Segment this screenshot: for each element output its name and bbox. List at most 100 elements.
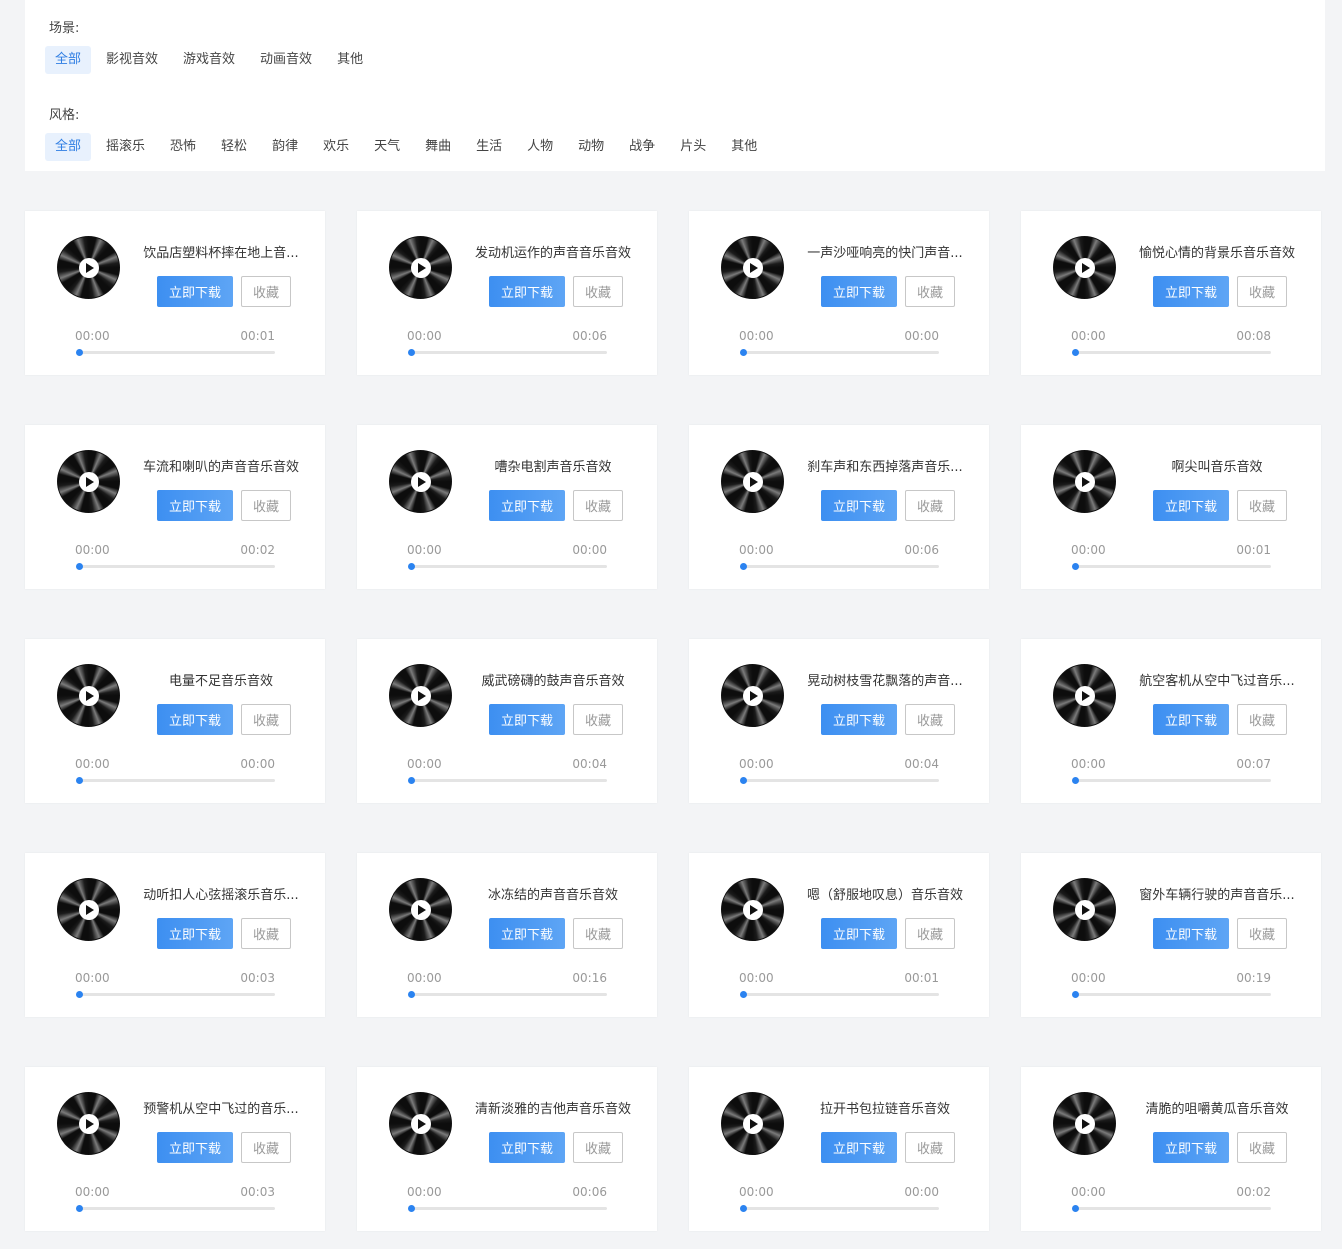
vinyl-disc-icon[interactable] (57, 450, 120, 513)
style-filter-chip-10[interactable]: 动物 (568, 133, 614, 161)
progress-knob[interactable] (1072, 991, 1079, 998)
download-button[interactable]: 立即下载 (1153, 918, 1229, 949)
favorite-button[interactable]: 收藏 (1237, 704, 1287, 735)
vinyl-disc-icon[interactable] (1053, 450, 1116, 513)
progress-track[interactable] (740, 1205, 939, 1212)
download-button[interactable]: 立即下载 (157, 490, 233, 521)
progress-track[interactable] (76, 777, 275, 784)
play-icon[interactable] (742, 471, 763, 492)
vinyl-disc-icon[interactable] (389, 1092, 452, 1155)
play-icon[interactable] (410, 685, 431, 706)
play-icon[interactable] (1074, 471, 1095, 492)
play-icon[interactable] (1074, 1113, 1095, 1134)
play-icon[interactable] (742, 899, 763, 920)
favorite-button[interactable]: 收藏 (905, 490, 955, 521)
progress-knob[interactable] (408, 349, 415, 356)
download-button[interactable]: 立即下载 (157, 918, 233, 949)
download-button[interactable]: 立即下载 (489, 918, 565, 949)
vinyl-disc-icon[interactable] (721, 236, 784, 299)
scene-filter-chip-2[interactable]: 游戏音效 (173, 46, 245, 74)
download-button[interactable]: 立即下载 (821, 490, 897, 521)
favorite-button[interactable]: 收藏 (241, 918, 291, 949)
progress-track[interactable] (1072, 1205, 1271, 1212)
download-button[interactable]: 立即下载 (489, 490, 565, 521)
progress-knob[interactable] (1072, 349, 1079, 356)
play-icon[interactable] (410, 899, 431, 920)
progress-track[interactable] (740, 777, 939, 784)
style-filter-chip-2[interactable]: 恐怖 (160, 133, 206, 161)
download-button[interactable]: 立即下载 (489, 1132, 565, 1163)
vinyl-disc-icon[interactable] (57, 878, 120, 941)
style-filter-chip-13[interactable]: 其他 (721, 133, 767, 161)
progress-track[interactable] (408, 563, 607, 570)
favorite-button[interactable]: 收藏 (241, 1132, 291, 1163)
progress-knob[interactable] (740, 349, 747, 356)
favorite-button[interactable]: 收藏 (1237, 276, 1287, 307)
favorite-button[interactable]: 收藏 (905, 1132, 955, 1163)
download-button[interactable]: 立即下载 (157, 276, 233, 307)
play-icon[interactable] (1074, 899, 1095, 920)
progress-knob[interactable] (76, 1205, 83, 1212)
scene-filter-chip-4[interactable]: 其他 (327, 46, 373, 74)
progress-knob[interactable] (408, 991, 415, 998)
vinyl-disc-icon[interactable] (389, 236, 452, 299)
vinyl-disc-icon[interactable] (57, 236, 120, 299)
download-button[interactable]: 立即下载 (1153, 276, 1229, 307)
download-button[interactable]: 立即下载 (821, 918, 897, 949)
vinyl-disc-icon[interactable] (1053, 1092, 1116, 1155)
download-button[interactable]: 立即下载 (821, 1132, 897, 1163)
vinyl-disc-icon[interactable] (389, 450, 452, 513)
vinyl-disc-icon[interactable] (1053, 236, 1116, 299)
vinyl-disc-icon[interactable] (389, 664, 452, 727)
favorite-button[interactable]: 收藏 (573, 918, 623, 949)
progress-track[interactable] (408, 349, 607, 356)
vinyl-disc-icon[interactable] (721, 1092, 784, 1155)
scene-filter-chip-3[interactable]: 动画音效 (250, 46, 322, 74)
progress-track[interactable] (76, 563, 275, 570)
vinyl-disc-icon[interactable] (57, 1092, 120, 1155)
play-icon[interactable] (78, 471, 99, 492)
progress-knob[interactable] (740, 1205, 747, 1212)
download-button[interactable]: 立即下载 (157, 704, 233, 735)
scene-filter-chip-0[interactable]: 全部 (45, 46, 92, 74)
play-icon[interactable] (410, 257, 431, 278)
progress-track[interactable] (740, 991, 939, 998)
favorite-button[interactable]: 收藏 (573, 490, 623, 521)
progress-track[interactable] (76, 1205, 275, 1212)
progress-knob[interactable] (1072, 1205, 1079, 1212)
progress-track[interactable] (740, 349, 939, 356)
progress-track[interactable] (1072, 991, 1271, 998)
scene-filter-chip-1[interactable]: 影视音效 (96, 46, 168, 74)
favorite-button[interactable]: 收藏 (241, 490, 291, 521)
play-icon[interactable] (742, 257, 763, 278)
vinyl-disc-icon[interactable] (1053, 664, 1116, 727)
progress-knob[interactable] (408, 563, 415, 570)
progress-knob[interactable] (76, 991, 83, 998)
favorite-button[interactable]: 收藏 (573, 1132, 623, 1163)
style-filter-chip-4[interactable]: 韵律 (262, 133, 308, 161)
progress-knob[interactable] (408, 1205, 415, 1212)
favorite-button[interactable]: 收藏 (1237, 1132, 1287, 1163)
progress-knob[interactable] (1072, 777, 1079, 784)
progress-track[interactable] (1072, 777, 1271, 784)
progress-knob[interactable] (408, 777, 415, 784)
favorite-button[interactable]: 收藏 (905, 704, 955, 735)
play-icon[interactable] (742, 685, 763, 706)
progress-track[interactable] (408, 1205, 607, 1212)
style-filter-chip-9[interactable]: 人物 (517, 133, 563, 161)
vinyl-disc-icon[interactable] (1053, 878, 1116, 941)
style-filter-chip-1[interactable]: 摇滚乐 (96, 133, 155, 161)
play-icon[interactable] (1074, 257, 1095, 278)
progress-track[interactable] (1072, 563, 1271, 570)
progress-track[interactable] (740, 563, 939, 570)
style-filter-chip-12[interactable]: 片头 (670, 133, 716, 161)
play-icon[interactable] (1074, 685, 1095, 706)
favorite-button[interactable]: 收藏 (905, 918, 955, 949)
vinyl-disc-icon[interactable] (389, 878, 452, 941)
style-filter-chip-6[interactable]: 天气 (364, 133, 410, 161)
download-button[interactable]: 立即下载 (1153, 490, 1229, 521)
progress-knob[interactable] (76, 349, 83, 356)
play-icon[interactable] (410, 1113, 431, 1134)
download-button[interactable]: 立即下载 (157, 1132, 233, 1163)
progress-knob[interactable] (740, 777, 747, 784)
